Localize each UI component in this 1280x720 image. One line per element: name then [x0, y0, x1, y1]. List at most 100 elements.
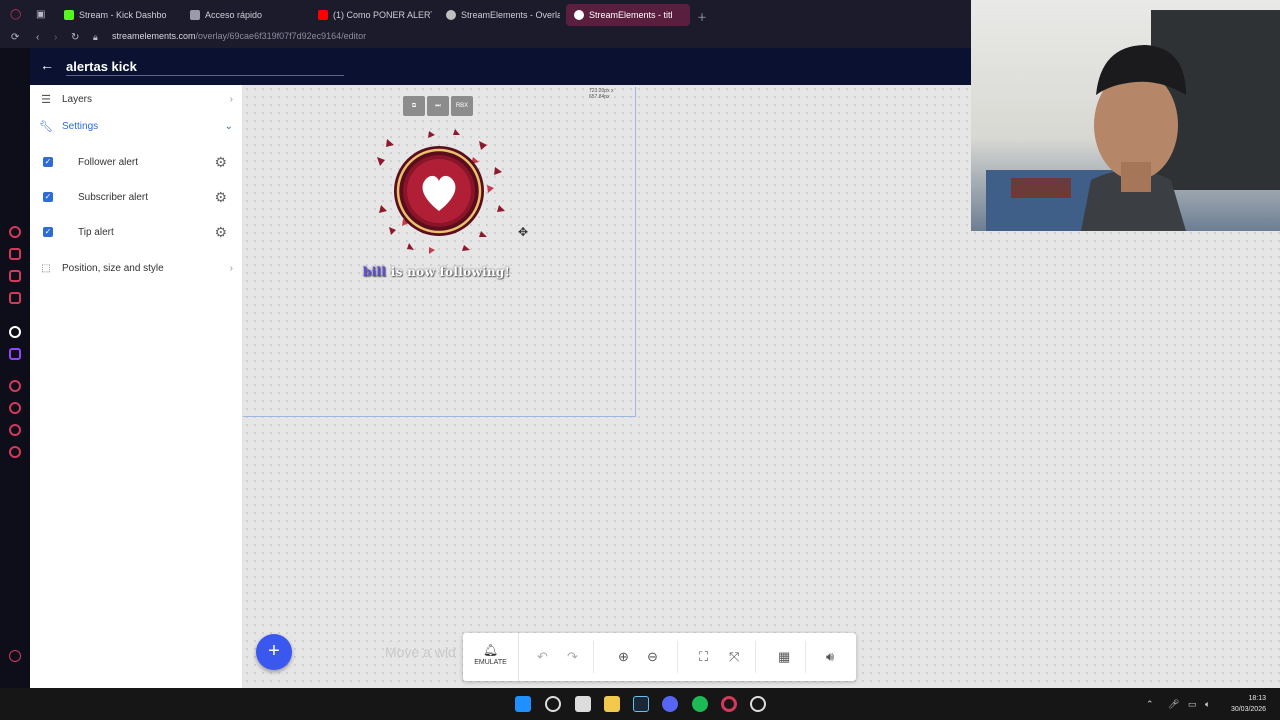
chevron-right-icon: › — [229, 262, 233, 274]
history-icon[interactable] — [9, 402, 21, 414]
tip-alert-row[interactable]: ✓ Tip alert ⚙ — [30, 218, 243, 246]
emulate-button[interactable]: 🔔︎ EMULATE — [463, 633, 519, 681]
spotify-icon[interactable] — [692, 696, 708, 712]
alert-widget-frame[interactable]: 723.20px x 657.84px ⧉ ⏭ RBX bill is now … — [243, 87, 636, 417]
tab-streamelements-editor[interactable]: StreamElements - titl — [566, 4, 690, 26]
tip-alert-checkbox[interactable]: ✓ — [43, 227, 53, 237]
widget-settings-panel: ☰ Layers › 🔧︎ Settings ⌄ ✓ Follower aler… — [30, 85, 243, 688]
opera-logo-icon[interactable]: ◯ — [10, 9, 21, 20]
toolbar-divider — [593, 641, 594, 673]
music-icon[interactable] — [9, 380, 21, 392]
settings-icon[interactable] — [9, 446, 21, 458]
duplicate-icon[interactable]: ⧉ — [403, 96, 425, 116]
youtube-icon — [318, 10, 328, 20]
speed-dial-icon — [190, 10, 200, 20]
steam-icon[interactable] — [633, 696, 649, 712]
volume-icon[interactable]: 🔊︎ — [826, 649, 834, 665]
search-icon[interactable] — [545, 696, 561, 712]
webcam-person-image — [986, 10, 1280, 231]
tab-youtube[interactable]: (1) Como PONER ALERTA — [310, 4, 432, 26]
gear-icon[interactable]: ⚙ — [214, 154, 227, 171]
url-field[interactable]: streamelements.com/overlay/69cae6f319f07… — [112, 31, 366, 41]
alert-text: is now following! — [386, 265, 511, 279]
heart-alert-image — [377, 129, 505, 254]
messenger-icon[interactable] — [9, 248, 21, 260]
position-label: Position, size and style — [62, 262, 164, 274]
microphone-icon[interactable]: 🎤︎ — [1168, 699, 1179, 710]
skip-icon[interactable]: ⏭ — [427, 96, 449, 116]
tab-streamelements-overlays[interactable]: StreamElements - Overla — [438, 4, 560, 26]
zoom-out-icon[interactable]: ⊖ — [647, 649, 658, 665]
rbx-button[interactable]: RBX — [451, 96, 473, 116]
redo-icon[interactable]: ↷ — [567, 649, 578, 665]
system-clock[interactable]: 18:13 30/03/2026 — [1231, 693, 1266, 715]
speaker-icon[interactable]: 🔈︎ — [1205, 699, 1210, 710]
follower-alert-row[interactable]: ✓ Follower alert ⚙ — [30, 148, 243, 176]
title-underline — [66, 75, 344, 76]
widget-dimension-label: 723.20px x 657.84px — [589, 88, 614, 100]
tip-alert-label: Tip alert — [78, 226, 114, 238]
subscriber-alert-row[interactable]: ✓ Subscriber alert ⚙ — [30, 183, 243, 211]
opera-gx-icon[interactable] — [721, 696, 737, 712]
tray-chevron-icon[interactable]: ⌃ — [1146, 699, 1154, 710]
obs-icon[interactable] — [750, 696, 766, 712]
back-arrow-icon[interactable]: ← — [40, 57, 54, 73]
streamelements-icon — [446, 10, 456, 20]
alert-message: bill is now following! — [363, 265, 510, 279]
new-tab-icon[interactable]: ＋ — [697, 9, 707, 24]
windows-taskbar: ⌃ 🎤︎ ▭ 🔈︎ 18:13 30/03/2026 — [0, 688, 1280, 720]
twitch-icon[interactable] — [9, 348, 21, 360]
fit-screen-icon[interactable]: ⛶ — [699, 649, 708, 665]
grid-icon[interactable]: ▦ — [778, 649, 790, 665]
chevron-right-icon: › — [229, 93, 233, 105]
webcam-feed — [971, 0, 1280, 231]
aria-icon[interactable] — [9, 226, 21, 238]
extensions-icon[interactable] — [9, 424, 21, 436]
discord-icon[interactable] — [662, 696, 678, 712]
tab-label: StreamElements - Overla — [461, 10, 560, 20]
task-view-icon[interactable] — [575, 696, 591, 712]
display-icon[interactable]: ▭ — [1188, 699, 1197, 710]
layers-icon: ☰ — [41, 93, 51, 106]
windows-start-icon[interactable] — [515, 696, 531, 712]
gear-icon[interactable]: ⚙ — [214, 189, 227, 206]
streamelements-icon — [574, 10, 584, 20]
workspaces-icon[interactable]: ▣ — [36, 9, 45, 20]
reload-icon[interactable]: ⟳ — [11, 32, 19, 43]
instagram-icon[interactable] — [9, 270, 21, 282]
tab-label: StreamElements - titl — [589, 10, 673, 20]
settings-row[interactable]: 🔧︎ Settings ⌄ — [30, 112, 243, 140]
tab-kick-dashboard[interactable]: Stream - Kick Dashbo — [56, 4, 176, 26]
position-size-style-row[interactable]: ⬚ Position, size and style › — [30, 254, 243, 282]
emulate-label: EMULATE — [474, 659, 507, 666]
move-widget-hint: Move a wid — [385, 644, 456, 660]
gx-icon[interactable] — [9, 650, 21, 662]
tab-label: Acceso rápido — [205, 10, 263, 20]
tab-label: (1) Como PONER ALERTA — [333, 10, 432, 20]
settings-label: Settings — [62, 120, 99, 132]
widget-toolbar: ⧉ ⏭ RBX — [403, 96, 473, 116]
clock-time: 18:13 — [1248, 695, 1266, 702]
streamelements-side-icon[interactable] — [9, 326, 21, 338]
url-path: /overlay/69cae6f319f07f7d92ec9164/editor — [195, 31, 367, 41]
file-explorer-icon[interactable] — [604, 696, 620, 712]
back-icon[interactable]: ‹ — [36, 32, 39, 43]
fullscreen-exit-icon[interactable]: ⤧ — [729, 649, 739, 665]
url-host: streamelements.com — [112, 31, 196, 41]
subscriber-alert-checkbox[interactable]: ✓ — [43, 192, 53, 202]
toolbar-divider — [805, 641, 806, 673]
tab-speed-dial[interactable]: Acceso rápido — [182, 4, 302, 26]
zoom-in-icon[interactable]: ⊕ — [618, 649, 629, 665]
follower-alert-checkbox[interactable]: ✓ — [43, 157, 53, 167]
undo-icon[interactable]: ↶ — [537, 649, 548, 665]
editor-toolbar: 🔔︎ EMULATE ↶ ↷ ⊕ ⊖ ⛶ ⤧ ▦ 🔊︎ — [463, 633, 856, 681]
add-widget-button[interactable]: + — [256, 634, 292, 670]
toolbar-divider — [677, 641, 678, 673]
refresh-icon[interactable]: ↻ — [71, 32, 79, 43]
move-cursor-icon: ✥ — [518, 225, 529, 239]
gear-icon[interactable]: ⚙ — [214, 224, 227, 241]
layers-row[interactable]: ☰ Layers › — [30, 85, 243, 113]
forward-icon[interactable]: › — [54, 32, 57, 43]
gmail-icon[interactable] — [9, 292, 21, 304]
overlay-title[interactable]: alertas kick — [66, 59, 137, 74]
